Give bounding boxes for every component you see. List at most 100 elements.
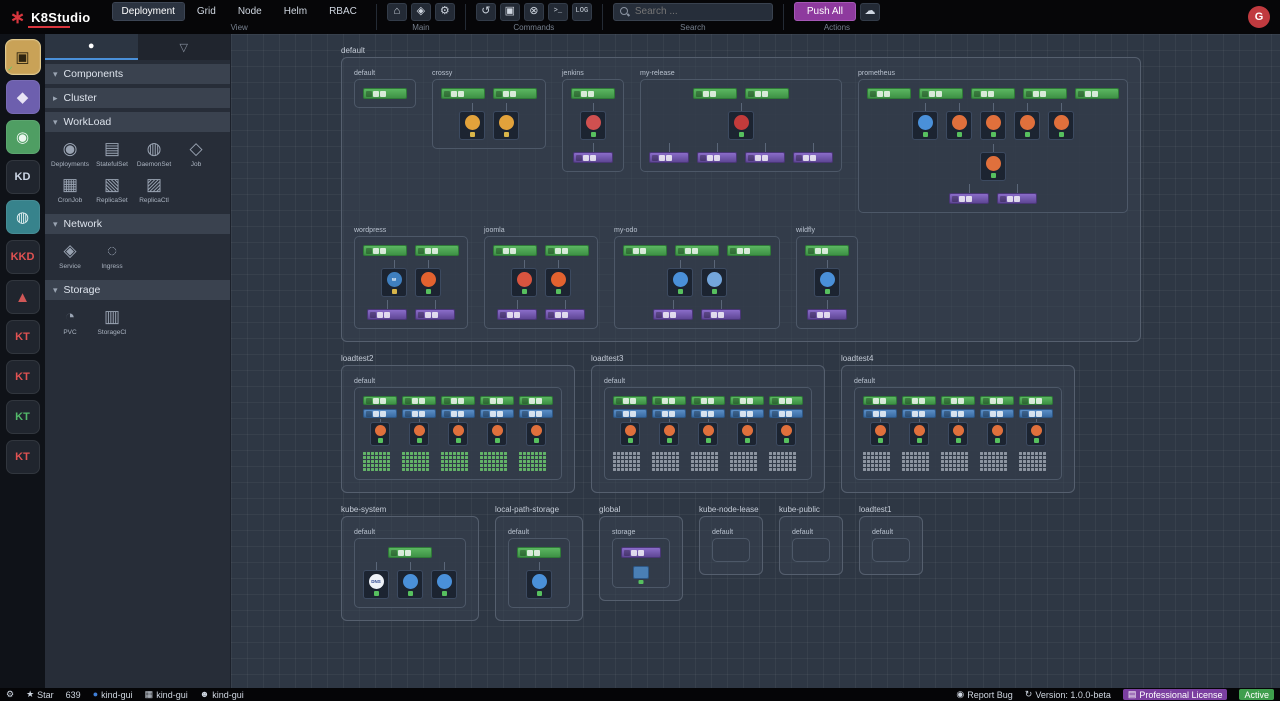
deployment-node[interactable] (971, 88, 1015, 99)
replicaset-node[interactable] (769, 409, 803, 418)
home-icon[interactable]: ⌂ (386, 2, 407, 21)
cluster-kt-3[interactable]: KT (5, 400, 40, 434)
service-node[interactable] (497, 300, 537, 320)
github-star[interactable]: ★ Star (26, 688, 54, 701)
service-node[interactable] (367, 300, 407, 320)
component-cronjob[interactable]: ▦ CronJob (49, 174, 91, 204)
service-node[interactable] (997, 184, 1037, 204)
service-node[interactable] (793, 143, 833, 163)
pod-node[interactable] (776, 419, 796, 446)
cluster-context-1[interactable]: ● kind-gui (93, 688, 133, 701)
service-node[interactable] (949, 184, 989, 204)
log-icon[interactable]: LOG (571, 2, 592, 21)
replicaset-node[interactable] (980, 409, 1014, 418)
replicaset-node[interactable] (941, 409, 975, 418)
deployment-canvas[interactable]: default default crossy jenkins my-release pro… (231, 34, 1280, 688)
deployment-node[interactable] (517, 547, 561, 558)
namespace-box[interactable]: default (779, 516, 843, 575)
replicaset-node[interactable] (691, 409, 725, 418)
pod-node[interactable] (370, 419, 390, 446)
deployment-node[interactable] (941, 396, 975, 405)
deployment-node[interactable] (745, 88, 789, 99)
section-header-cluster[interactable]: ▸ Cluster (45, 88, 230, 108)
deployment-node[interactable] (388, 547, 432, 558)
push-all-button[interactable]: Push All (793, 2, 856, 21)
tab-filter[interactable]: ▽ (138, 34, 231, 60)
cluster-context-2[interactable]: ▦ kind-gui (145, 688, 188, 701)
service-node[interactable] (807, 300, 847, 320)
service-node[interactable] (649, 143, 689, 163)
cluster-kt-2[interactable]: KT (5, 360, 40, 394)
deployment-node[interactable] (1075, 88, 1119, 99)
replicaset-node[interactable] (730, 409, 764, 418)
deployment-node[interactable] (652, 396, 686, 405)
cluster-amber[interactable]: ▣ ✓ (5, 40, 40, 74)
deployment-node[interactable] (613, 396, 647, 405)
deployment-node[interactable] (727, 245, 771, 256)
cluster-teal-flask[interactable]: ◍ (5, 200, 40, 234)
component-ingress[interactable]: ◌ Ingress (91, 240, 133, 270)
replicaset-node[interactable] (480, 409, 514, 418)
studio-ship-icon[interactable]: ◈ (410, 2, 431, 21)
deployment-node[interactable] (980, 396, 1014, 405)
app-box[interactable] (432, 79, 546, 149)
pod-node[interactable] (511, 260, 537, 297)
service-node[interactable] (573, 143, 613, 163)
component-statefulset[interactable]: ▤ StatefulSet (91, 138, 133, 168)
component-daemonset[interactable]: ◍ DaemonSet (133, 138, 175, 168)
app-box[interactable] (612, 538, 670, 588)
deployment-node[interactable] (902, 396, 936, 405)
deployment-node[interactable] (675, 245, 719, 256)
replicaset-node[interactable] (441, 409, 475, 418)
pod-node[interactable] (987, 419, 1007, 446)
pod-node[interactable] (580, 103, 606, 140)
cloud-upload-icon[interactable]: ☁ (860, 2, 880, 21)
cluster-green-pin[interactable]: ◉ (5, 120, 40, 154)
service-node[interactable] (415, 300, 455, 320)
storageclass-tile[interactable] (633, 566, 649, 579)
pod-node[interactable] (545, 260, 571, 297)
service-node[interactable] (653, 300, 693, 320)
app-box[interactable]: W (354, 236, 468, 329)
deployment-node[interactable] (363, 245, 407, 256)
namespace-box[interactable]: default (341, 365, 575, 493)
deployment-node[interactable] (730, 396, 764, 405)
pod-node[interactable] (448, 419, 468, 446)
deployment-node[interactable] (1023, 88, 1067, 99)
deployment-node[interactable] (415, 245, 459, 256)
deployment-node[interactable] (363, 396, 397, 405)
user-avatar[interactable]: G (1248, 6, 1270, 28)
pod-node[interactable] (909, 419, 929, 446)
deployment-node[interactable] (571, 88, 615, 99)
pod-node[interactable] (870, 419, 890, 446)
cluster-context-3[interactable]: ☻ kind-gui (200, 688, 244, 701)
deployment-node[interactable] (363, 88, 407, 99)
tab-node[interactable]: Node (229, 3, 271, 20)
component-job[interactable]: ◇ Job (175, 138, 217, 168)
pod-node[interactable] (459, 103, 485, 140)
pod-node[interactable]: DNS (363, 562, 389, 599)
replicaset-node[interactable] (902, 409, 936, 418)
cluster-purple[interactable]: ◆ (5, 80, 40, 114)
pod-node[interactable] (728, 103, 754, 140)
tab-helm[interactable]: Helm (275, 3, 316, 20)
replicaset-node[interactable] (613, 409, 647, 418)
pod-node[interactable]: W (381, 260, 407, 297)
pod-node[interactable] (526, 562, 552, 599)
pod-node[interactable] (814, 260, 840, 297)
pod-node[interactable] (737, 419, 757, 446)
deployment-node[interactable] (545, 245, 589, 256)
deployment-node[interactable] (693, 88, 737, 99)
component-pvc[interactable]: ◔ PVC (49, 306, 91, 336)
replicaset-node[interactable] (863, 409, 897, 418)
replicaset-node[interactable] (363, 409, 397, 418)
section-header-network[interactable]: ▾ Network (45, 214, 230, 234)
app-box[interactable]: DNS (354, 538, 466, 608)
pod-node[interactable] (667, 260, 693, 297)
deployment-node[interactable] (691, 396, 725, 405)
app-box[interactable] (712, 538, 750, 562)
component-storagecl[interactable]: ▥ StorageCl (91, 306, 133, 336)
pod-node[interactable] (980, 103, 1006, 140)
pod-node[interactable] (487, 419, 507, 446)
pod-node[interactable] (397, 562, 423, 599)
